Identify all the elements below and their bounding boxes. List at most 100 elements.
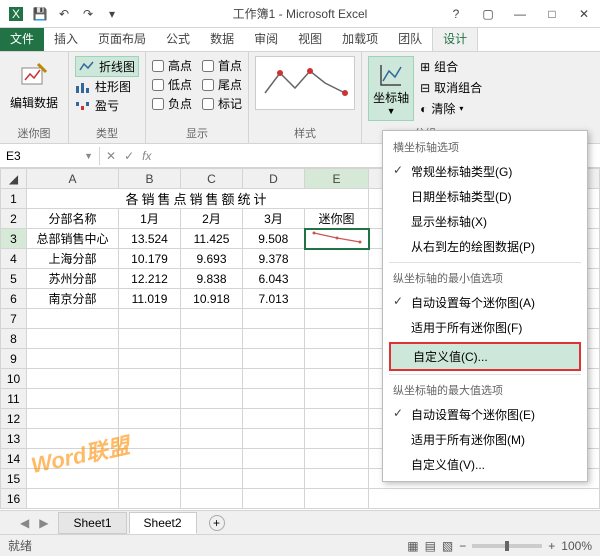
col-B[interactable]: B <box>119 169 181 189</box>
dd-show-axis[interactable]: 显示坐标轴(X) <box>383 209 587 234</box>
dd-vmin-all[interactable]: 适用于所有迷你图(F) <box>383 315 587 340</box>
chk-markers[interactable]: 标记 <box>202 94 242 113</box>
cell[interactable]: 分部名称 <box>27 209 119 229</box>
tab-design[interactable]: 设计 <box>432 25 478 51</box>
save-icon[interactable]: 💾 <box>30 4 50 24</box>
sparkline-icon <box>312 230 362 244</box>
quick-access-toolbar: X 💾 ↶ ↷ ▾ <box>0 4 122 24</box>
clear-button[interactable]: ◐清除▾ <box>420 98 482 119</box>
help-icon[interactable]: ? <box>444 7 468 21</box>
sheet-nav-prev-icon[interactable]: ◀ <box>20 516 29 530</box>
row-5[interactable]: 5 <box>1 269 27 289</box>
type-column-button[interactable]: 柱形图 <box>75 77 139 96</box>
tab-team[interactable]: 团队 <box>388 26 432 51</box>
name-box[interactable]: E3▼ <box>0 147 100 165</box>
zoom-level[interactable]: 100% <box>561 539 592 553</box>
sheet-tab-2[interactable]: Sheet2 <box>129 512 197 534</box>
tab-review[interactable]: 审阅 <box>244 26 288 51</box>
edit-data-icon <box>18 60 50 92</box>
column-chart-icon <box>75 80 91 94</box>
cell[interactable]: 3月 <box>243 209 305 229</box>
dd-vmax-auto[interactable]: 自动设置每个迷你图(E) <box>383 402 587 427</box>
separator <box>389 262 581 263</box>
group-button[interactable]: ⊞组合 <box>420 56 482 77</box>
sheet-tab-1[interactable]: Sheet1 <box>58 512 126 534</box>
tab-formula[interactable]: 公式 <box>156 26 200 51</box>
row-1[interactable]: 1 <box>1 189 27 209</box>
cancel-icon: ✕ <box>106 149 116 163</box>
tab-layout[interactable]: 页面布局 <box>88 26 156 51</box>
close-icon[interactable]: ✕ <box>572 7 596 21</box>
undo-icon[interactable]: ↶ <box>54 4 74 24</box>
dd-date-axis[interactable]: 日期坐标轴类型(D) <box>383 184 587 209</box>
dd-vmin-auto[interactable]: 自动设置每个迷你图(A) <box>383 290 587 315</box>
separator <box>389 374 581 375</box>
sheet-nav-next-icon[interactable]: ▶ <box>39 516 48 530</box>
sparkline-cell[interactable] <box>305 229 369 249</box>
title-bar: X 💾 ↶ ↷ ▾ 工作簿1 - Microsoft Excel ? ▢ — □… <box>0 0 600 28</box>
chk-high[interactable]: 高点 <box>152 56 192 75</box>
cell[interactable]: 1月 <box>119 209 181 229</box>
chk-first[interactable]: 首点 <box>202 56 242 75</box>
col-C[interactable]: C <box>181 169 243 189</box>
row-4[interactable]: 4 <box>1 249 27 269</box>
cell[interactable]: 2月 <box>181 209 243 229</box>
winloss-chart-icon <box>75 99 91 113</box>
ungroup-button[interactable]: ⊟取消组合 <box>420 77 482 98</box>
dd-vmax-all[interactable]: 适用于所有迷你图(M) <box>383 427 587 452</box>
dd-vmax-custom[interactable]: 自定义值(V)... <box>383 452 587 477</box>
chk-neg[interactable]: 负点 <box>152 94 192 113</box>
dd-general-axis[interactable]: 常规坐标轴类型(G) <box>383 159 587 184</box>
chk-low[interactable]: 低点 <box>152 75 192 94</box>
edit-data-button[interactable]: 编辑数据 <box>6 56 62 115</box>
title-cell[interactable]: 各销售点销售额统计 <box>27 189 369 209</box>
ribbon-tabs: 文件 插入 页面布局 公式 数据 审阅 视图 加载项 团队 设计 <box>0 28 600 52</box>
col-D[interactable]: D <box>243 169 305 189</box>
chevron-down-icon: ▼ <box>387 106 396 116</box>
type-line-button[interactable]: 折线图 <box>75 56 139 77</box>
row-6[interactable]: 6 <box>1 289 27 309</box>
tab-file[interactable]: 文件 <box>0 26 44 51</box>
minimize-icon[interactable]: — <box>508 7 532 21</box>
style-gallery[interactable] <box>255 56 355 110</box>
ribbon-collapse-icon[interactable]: ▢ <box>476 7 500 21</box>
view-pagebreak-icon[interactable]: ▧ <box>442 539 453 553</box>
zoom-slider[interactable] <box>472 544 542 548</box>
dd-rtl[interactable]: 从右到左的绘图数据(P) <box>383 234 587 259</box>
zoom-out-icon[interactable]: − <box>459 539 466 553</box>
qat-dropdown-icon[interactable]: ▾ <box>102 4 122 24</box>
zoom-in-icon[interactable]: + <box>548 539 555 553</box>
group-type-label: 类型 <box>75 123 139 141</box>
tab-insert[interactable]: 插入 <box>44 26 88 51</box>
view-normal-icon[interactable]: ▦ <box>407 539 418 553</box>
type-winloss-button[interactable]: 盈亏 <box>75 96 139 115</box>
row-2[interactable]: 2 <box>1 209 27 229</box>
group-show: 高点 低点 负点 首点 尾点 标记 显示 <box>146 52 249 143</box>
col-A[interactable]: A <box>27 169 119 189</box>
formula-bar[interactable]: ✕ ✓ fx <box>100 149 157 163</box>
chk-last[interactable]: 尾点 <box>202 75 242 94</box>
fx-icon: fx <box>142 149 151 163</box>
chevron-down-icon: ▼ <box>84 151 93 161</box>
enter-icon: ✓ <box>124 149 134 163</box>
maximize-icon[interactable]: □ <box>540 7 564 21</box>
cell[interactable]: 9.508 <box>243 229 305 249</box>
dd-vmin-custom[interactable]: 自定义值(C)... <box>389 342 581 371</box>
cell[interactable]: 迷你图 <box>305 209 369 229</box>
tab-data[interactable]: 数据 <box>200 26 244 51</box>
add-sheet-icon[interactable]: + <box>209 515 225 531</box>
excel-icon: X <box>6 4 26 24</box>
cell[interactable]: 总部销售中心 <box>27 229 119 249</box>
row-3[interactable]: 3 <box>1 229 27 249</box>
redo-icon[interactable]: ↷ <box>78 4 98 24</box>
group-icon: ⊞ <box>420 60 430 74</box>
group-style: 样式 <box>249 52 362 143</box>
view-layout-icon[interactable]: ▤ <box>425 539 436 553</box>
select-all[interactable]: ◢ <box>1 169 27 189</box>
col-E[interactable]: E <box>305 169 369 189</box>
tab-view[interactable]: 视图 <box>288 26 332 51</box>
cell[interactable]: 11.425 <box>181 229 243 249</box>
axis-button[interactable]: 坐标轴 ▼ <box>368 56 414 121</box>
cell[interactable]: 13.524 <box>119 229 181 249</box>
tab-addin[interactable]: 加载项 <box>332 26 388 51</box>
